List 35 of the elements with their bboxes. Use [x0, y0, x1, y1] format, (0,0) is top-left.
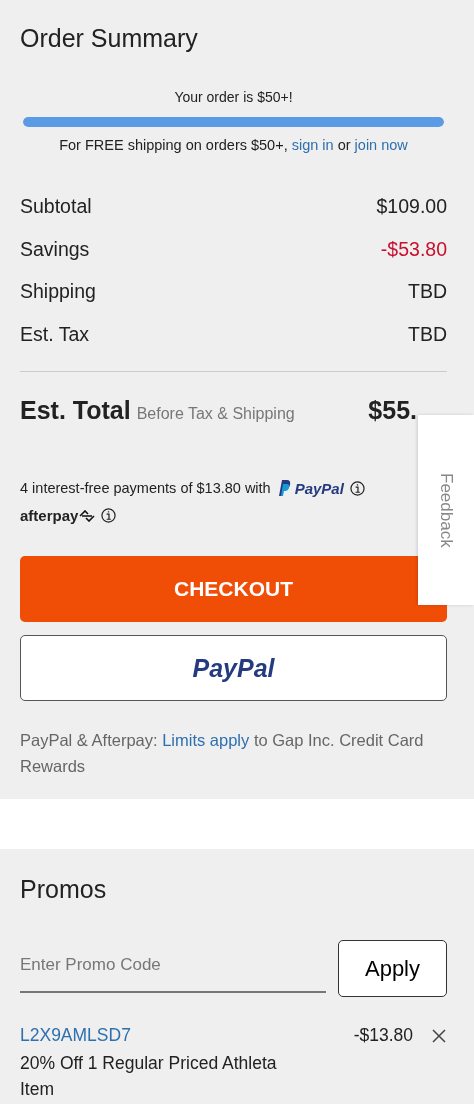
- section-title: Order Summary: [20, 24, 199, 53]
- info-icon[interactable]: [349, 480, 365, 496]
- disclaimer-text: PayPal & Afterpay: Limits apply to Gap Inc. Credit Card Rewards: [20, 730, 425, 777]
- row-label: Subtotal: [20, 195, 92, 219]
- promo-description: 20% Off 1 Regular Priced Athleta Item: [20, 1052, 278, 1101]
- total-note: Before Tax & Shipping: [136, 405, 295, 423]
- row-label: Savings: [20, 237, 90, 262]
- row-value: $109.00: [376, 195, 447, 219]
- section-title: Promos: [20, 875, 108, 904]
- paypal-logo: PayPal: [294, 479, 344, 497]
- afterpay-arrows-icon: [79, 509, 96, 522]
- installments-text: 4 interest-free payments of $13.80 with: [20, 480, 271, 496]
- paypal-button[interactable]: PayPal: [20, 635, 447, 701]
- info-icon[interactable]: [101, 508, 117, 523]
- close-icon[interactable]: [431, 1027, 447, 1044]
- limits-apply-link[interactable]: Limits apply: [162, 731, 250, 749]
- join-now-link[interactable]: join now: [354, 137, 408, 153]
- paypal-p-icon: [276, 479, 291, 497]
- afterpay-logo: afterpay: [20, 507, 79, 524]
- row-value: TBD: [408, 280, 447, 304]
- progress-message: Your order is $50+!: [173, 89, 294, 105]
- promo-code-link[interactable]: L2X9AMLSD7: [20, 1025, 131, 1046]
- total-label: Est. Total: [20, 396, 131, 425]
- row-label: Shipping: [20, 280, 96, 304]
- shipping-note: For FREE shipping on orders $50+, sign in or join now: [58, 137, 409, 153]
- apply-button[interactable]: Apply: [338, 940, 447, 997]
- row-label: Est. Tax: [20, 322, 89, 347]
- feedback-tab[interactable]: Feedback: [418, 415, 474, 605]
- sign-in-link[interactable]: sign in: [291, 137, 334, 153]
- promo-amount: -$13.80: [353, 1025, 413, 1046]
- row-value: -$53.80: [380, 237, 447, 262]
- promo-code-field[interactable]: Enter Promo Code: [20, 944, 326, 993]
- checkout-button[interactable]: CHECKOUT: [20, 556, 447, 622]
- total-value: $55.: [368, 396, 417, 425]
- row-value: TBD: [408, 322, 447, 347]
